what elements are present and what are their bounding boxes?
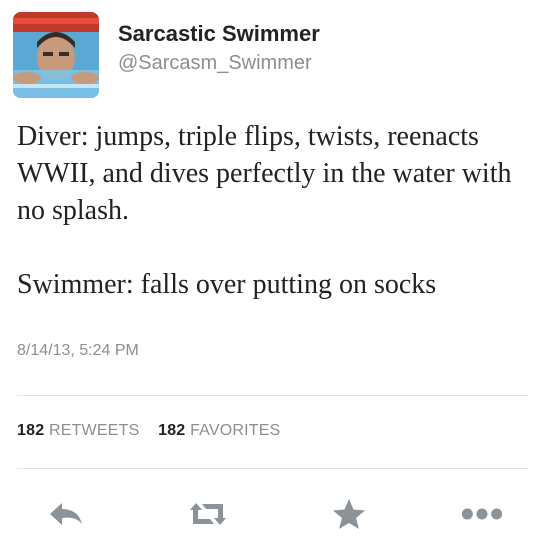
retweets-stat[interactable]: 182 RETWEETS	[17, 422, 144, 439]
action-bar	[0, 492, 540, 536]
reply-button[interactable]	[44, 492, 88, 536]
more-dots-icon	[461, 508, 503, 520]
tweet-body: Diver: jumps, triple flips, twists, reen…	[17, 118, 532, 303]
retweet-icon	[190, 503, 226, 525]
tweet-header: Sarcastic Swimmer @Sarcasm_Swimmer	[13, 12, 523, 98]
divider	[17, 468, 528, 469]
more-button[interactable]	[460, 492, 504, 536]
tweet-paragraph-2: Swimmer: falls over putting on socks	[17, 269, 437, 300]
favorites-label: FAVORITES	[190, 422, 281, 439]
star-icon	[333, 499, 365, 529]
user-handle[interactable]: @Sarcasm_Swimmer	[118, 50, 320, 76]
retweet-button[interactable]	[186, 492, 230, 536]
avatar-image	[13, 12, 99, 98]
retweets-count: 182	[17, 422, 45, 439]
reply-arrow-icon	[50, 503, 82, 525]
tweet-paragraph-1: Diver: jumps, triple flips, twists, reen…	[17, 121, 512, 226]
avatar[interactable]	[13, 12, 99, 98]
timestamp: 8/14/13, 5:24 PM	[17, 342, 139, 359]
tweet-stats: 182 RETWEETS 182 FAVORITES	[17, 422, 294, 440]
display-name[interactable]: Sarcastic Swimmer	[118, 20, 320, 48]
retweets-label: RETWEETS	[48, 422, 140, 439]
divider	[17, 395, 528, 396]
favorites-stat[interactable]: 182 FAVORITES	[158, 422, 280, 439]
favorites-count: 182	[158, 422, 186, 439]
user-names: Sarcastic Swimmer @Sarcasm_Swimmer	[118, 20, 320, 76]
favorite-button[interactable]	[327, 492, 371, 536]
